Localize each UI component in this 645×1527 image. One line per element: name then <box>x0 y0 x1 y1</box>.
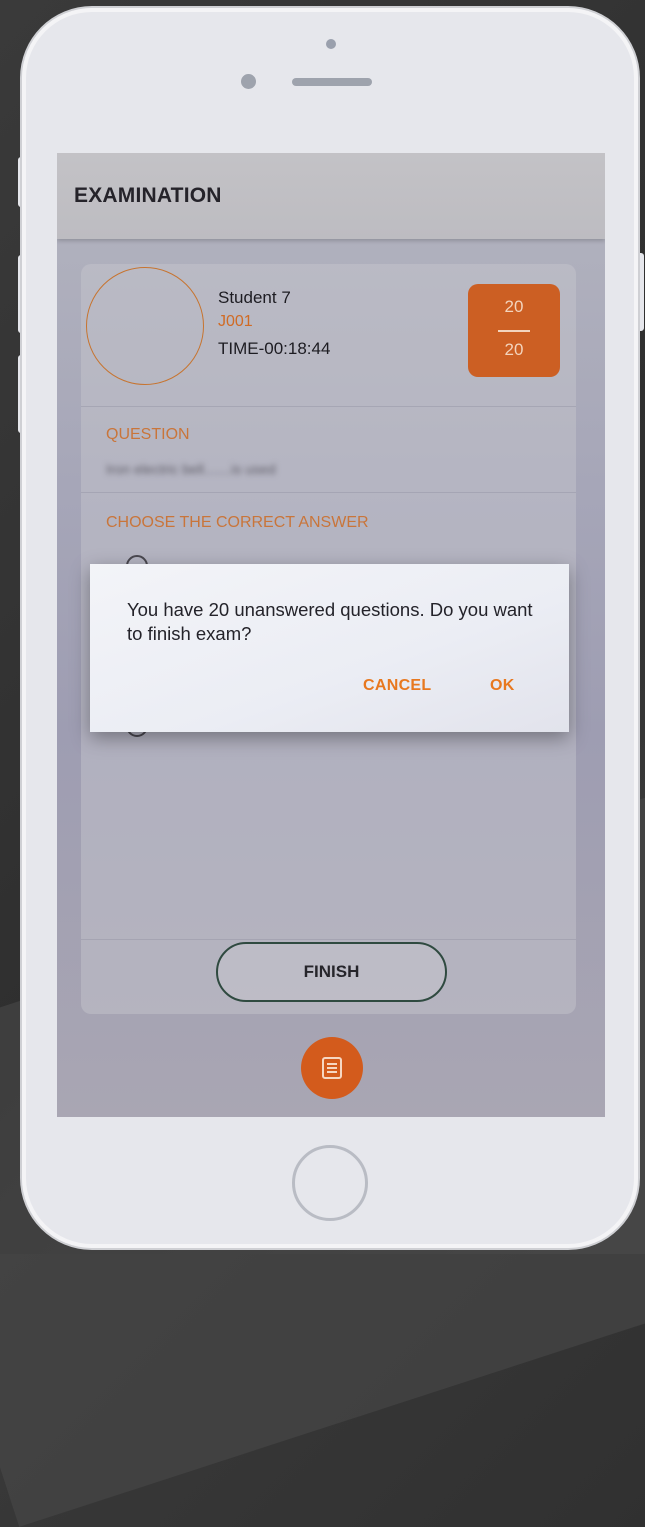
question-text: Iron electric bell.......is used <box>106 461 276 477</box>
front-camera <box>241 74 256 89</box>
app-screen: EXAMINATION Student 7 J001 TIME-00:18:44… <box>57 153 605 1117</box>
counter-current: 20 <box>504 297 524 316</box>
cancel-button[interactable]: CANCEL <box>363 677 431 695</box>
page-title: EXAMINATION <box>74 184 222 207</box>
counter-divider <box>498 330 530 332</box>
finish-button[interactable]: FINISH <box>216 942 447 1002</box>
divider <box>81 406 576 407</box>
exam-timer: TIME-00:18:44 <box>218 339 331 358</box>
divider <box>81 939 576 940</box>
student-name: Student 7 <box>218 288 291 307</box>
student-id: J001 <box>218 313 253 330</box>
sensor-dot <box>326 39 336 49</box>
app-bar: EXAMINATION <box>57 153 605 239</box>
speaker-grille <box>292 78 372 86</box>
home-button[interactable] <box>292 1145 368 1221</box>
question-list-button[interactable] <box>301 1037 363 1099</box>
ok-button[interactable]: OK <box>490 677 515 695</box>
answers-label: CHOOSE THE CORRECT ANSWER <box>106 514 369 531</box>
question-label: QUESTION <box>106 426 190 443</box>
dialog-message: You have 20 unanswered questions. Do you… <box>127 599 533 644</box>
avatar <box>86 267 204 385</box>
list-icon <box>322 1057 342 1079</box>
question-counter: 20 20 <box>468 284 560 377</box>
divider <box>81 492 576 493</box>
confirm-dialog: You have 20 unanswered questions. Do you… <box>90 564 569 732</box>
counter-total: 20 <box>504 340 524 359</box>
